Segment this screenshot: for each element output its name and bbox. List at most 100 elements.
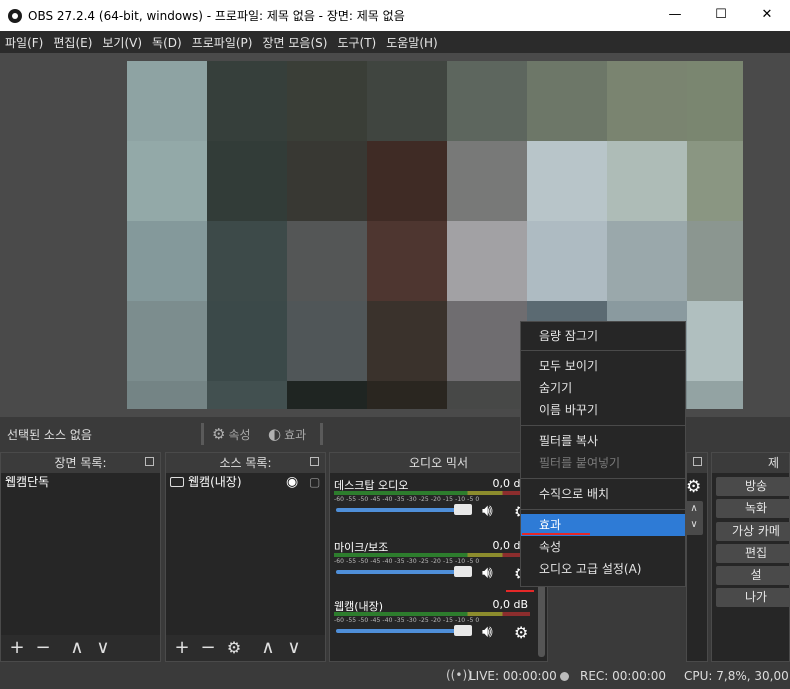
properties-button[interactable]: ⚙ 속성 [208,423,255,445]
sources-toolbar: + − ⚙ ∧ ∨ [166,635,325,661]
menu-file[interactable]: 파일(F) [0,34,48,51]
minimize-button[interactable]: — [652,0,698,31]
mixer-header: 오디오 믹서 [330,453,547,473]
add-icon[interactable]: + [7,637,27,659]
obs-logo-icon [8,8,22,23]
menu-dock[interactable]: 독(D) [147,34,187,51]
menu-item-paste-filters: 필터를 붙여넣기 [539,456,621,470]
scenes-toolbar: + − ∧ ∨ [1,635,160,661]
slider-handle[interactable] [454,625,472,636]
gear-icon[interactable]: ⚙ [224,637,244,659]
speaker-icon[interactable]: 🔊︎ [482,501,493,521]
meter-scale: -60 -55 -50 -45 -40 -35 -30 -25 -20 -15 … [334,617,480,624]
volume-slider[interactable] [336,504,472,515]
channel-db: 0,0 dB [492,598,528,611]
mixer-title: 오디오 믹서 [408,456,468,470]
menu-item-advanced-audio[interactable]: 오디오 고급 설정(A) [521,558,685,580]
menu-bar: 파일(F) 편집(E) 보기(V) 독(D) 프로파일(P) 장면 모음(S) … [0,31,790,53]
source-name: 웹캠(내장) [188,475,242,489]
live-status: LIVE: 00:00:00 [469,669,557,683]
scene-name: 웹캠단독 [5,475,50,489]
remove-icon[interactable]: − [198,637,218,659]
menu-tools[interactable]: 도구(T) [332,34,381,51]
spinbox[interactable]: ∧ ∨ [685,501,703,535]
status-bar: ((•)) LIVE: 00:00:00 REC: 00:00:00 CPU: … [0,665,790,689]
volume-meter [334,553,530,557]
record-dot-icon [560,672,569,681]
title-bar: OBS 27.2.4 (64-bit, windows) - 프로파일: 제목 … [0,0,790,31]
float-dock-icon[interactable] [145,457,154,466]
remove-icon[interactable]: − [33,637,53,659]
menu-item-rename[interactable]: 이름 바꾸기 [521,399,685,421]
move-down-icon[interactable]: ∨ [93,637,113,659]
cpu-status: CPU: 7,8%, 30,00 fp [684,669,790,683]
volume-slider[interactable] [336,566,472,577]
menu-item-unhide-all[interactable]: 모두 보이기 [521,355,685,377]
float-dock-icon[interactable] [693,457,702,466]
menu-item-lock-volume[interactable]: 음량 잠그기 [521,325,685,347]
menu-item-vertical-layout[interactable]: 수직으로 배치 [521,483,685,505]
annotation-underline [506,590,534,592]
studio-mode-button[interactable]: 편집 [716,544,790,563]
scenes-title: 장면 목록: [54,456,107,470]
gear-icon[interactable]: ⚙ [514,623,528,642]
scene-item[interactable]: 웹캠단독 [1,473,160,491]
menu-separator [521,478,685,479]
mixer-channel: 데스크탑 오디오 0,0 dB -60 -55 -50 -45 -40 -35 … [334,477,534,521]
menu-separator [521,509,685,510]
mixer-channel: 웹캠(내장) 0,0 dB -60 -55 -50 -45 -40 -35 -3… [334,598,534,642]
menu-item-copy-filters[interactable]: 필터를 복사 [521,430,685,452]
toolbar-divider [201,423,204,445]
menu-help[interactable]: 도움말(H) [381,34,443,51]
settings-button[interactable]: 설 [716,566,790,585]
maximize-button[interactable]: ☐ [698,0,744,31]
transitions-header [687,453,707,473]
properties-label: 속성 [228,427,251,442]
rec-status: REC: 00:00:00 [580,669,667,683]
menu-item-properties[interactable]: 속성 [521,536,685,558]
toolbar-divider [320,423,323,445]
menu-view[interactable]: 보기(V) [97,34,147,51]
mixer-channel: 마이크/보조 0,0 dB -60 -55 -50 -45 -40 -35 -3… [334,539,534,583]
menu-item-hide[interactable]: 숨기기 [521,377,685,399]
menu-scene-collection[interactable]: 장면 모음(S) [257,34,332,51]
float-dock-icon[interactable] [310,457,319,466]
start-streaming-button[interactable]: 방송 [716,477,790,496]
filters-button[interactable]: ◐ 효과 [264,423,310,445]
speaker-icon[interactable]: 🔊︎ [482,622,493,642]
menu-separator [521,350,685,351]
volume-slider[interactable] [336,625,472,636]
filters-label: 효과 [284,427,307,442]
exit-button[interactable]: 나가 [716,588,790,607]
gear-icon[interactable]: ⚙ [686,477,701,497]
transitions-dock: ⚙ ∧ ∨ [685,452,708,662]
scenes-header: 장면 목록: [1,453,160,473]
sources-title: 소스 목록: [219,456,272,470]
camera-icon [170,477,184,487]
menu-edit[interactable]: 편집(E) [48,34,97,51]
menu-profile[interactable]: 프로파일(P) [187,34,258,51]
speaker-icon[interactable]: 🔊︎ [482,563,493,583]
move-down-icon[interactable]: ∨ [284,637,304,659]
gear-icon: ⚙ [212,425,226,443]
volume-meter [334,612,530,616]
move-up-icon[interactable]: ∧ [67,637,87,659]
menu-separator [521,425,685,426]
volume-meter [334,491,530,495]
close-button[interactable]: ✕ [744,0,790,31]
filter-icon: ◐ [268,425,282,443]
eye-icon[interactable]: ◉ [286,473,298,491]
lock-icon[interactable]: ▢ [309,473,320,491]
slider-handle[interactable] [454,566,472,577]
audio-mixer-dock: 오디오 믹서 데스크탑 오디오 0,0 dB -60 -55 -50 -45 -… [329,452,548,662]
virtual-camera-button[interactable]: 가상 카메 [716,522,790,541]
slider-handle[interactable] [454,504,472,515]
context-menu: 음량 잠그기 모두 보이기 숨기기 이름 바꾸기 필터를 복사 필터를 붙여넣기… [520,321,686,587]
add-icon[interactable]: + [172,637,192,659]
meter-scale: -60 -55 -50 -45 -40 -35 -30 -25 -20 -15 … [334,496,480,503]
source-item[interactable]: 웹캠(내장) ◉ ▢ [166,473,325,491]
move-up-icon[interactable]: ∧ [258,637,278,659]
start-recording-button[interactable]: 녹화 [716,499,790,518]
controls-dock: 제어 방송 녹화 가상 카메 편집 설 나가 [711,452,790,662]
no-source-selected-label: 선택된 소스 없음 [7,427,92,442]
